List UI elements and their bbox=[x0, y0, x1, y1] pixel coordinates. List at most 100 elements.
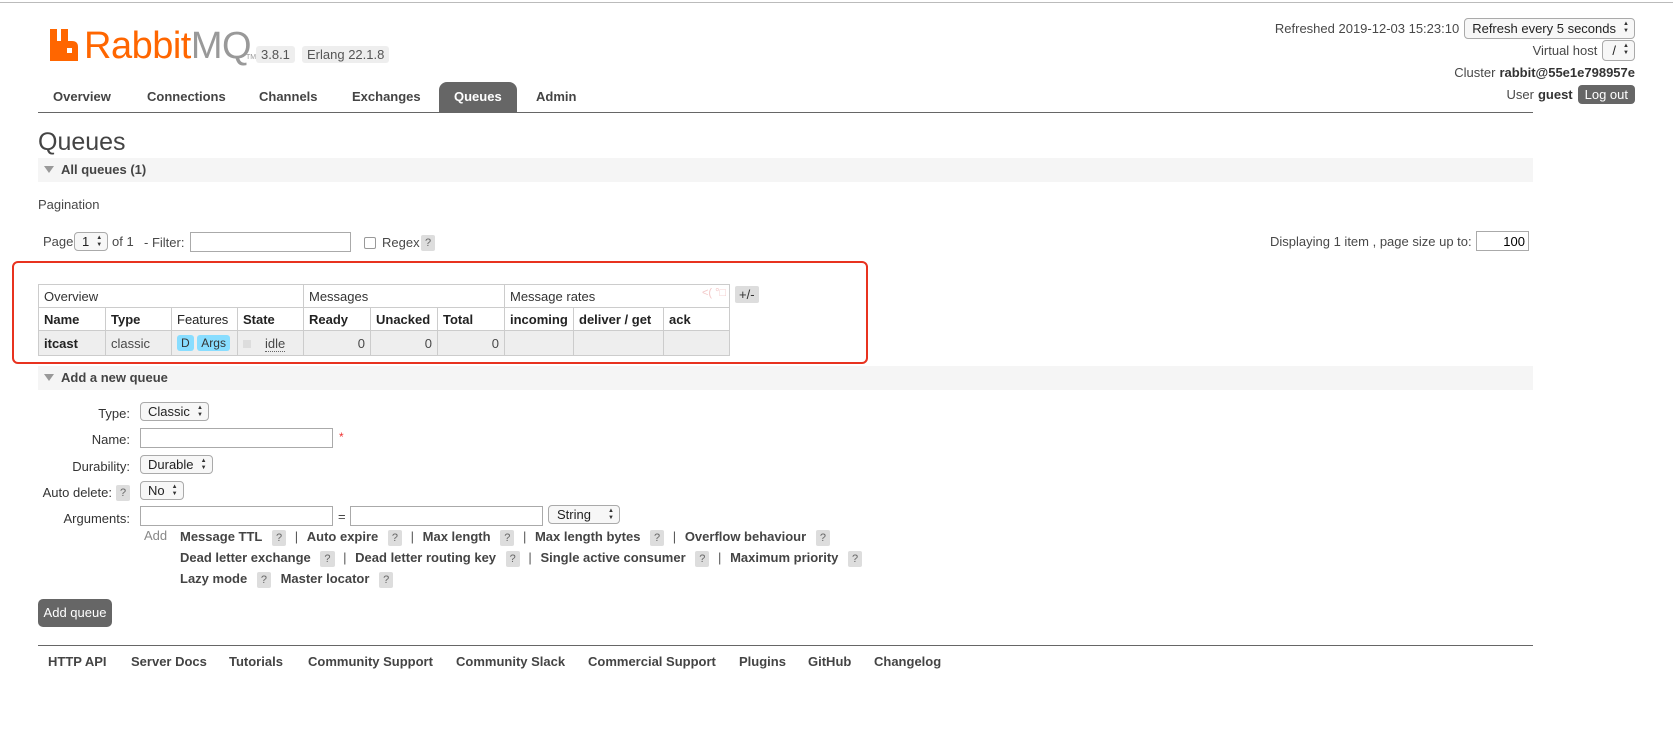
regex-help-icon[interactable]: ? bbox=[421, 235, 436, 251]
queue-type-select[interactable]: Classic bbox=[140, 402, 209, 421]
col-deliver-get[interactable]: deliver / get bbox=[573, 307, 664, 331]
all-queues-section-toggle[interactable]: All queues (1) bbox=[38, 158, 1533, 182]
footer-http-api[interactable]: HTTP API bbox=[48, 654, 107, 669]
durability-select[interactable]: Durable bbox=[140, 455, 213, 474]
arg-lazy-mode[interactable]: Lazy mode bbox=[180, 571, 247, 586]
args-feature-tag[interactable]: Args bbox=[197, 335, 230, 351]
arg-dead-letter-exchange[interactable]: Dead letter exchange bbox=[180, 550, 311, 565]
auto-expire-help-icon[interactable]: ? bbox=[387, 530, 403, 546]
unacked-count: 0 bbox=[370, 330, 438, 356]
argument-value-input[interactable] bbox=[350, 506, 543, 526]
footer-community-slack[interactable]: Community Slack bbox=[456, 654, 565, 669]
arg-message-ttl[interactable]: Message TTL bbox=[180, 529, 262, 544]
arg-dead-letter-routing-key[interactable]: Dead letter routing key bbox=[355, 550, 496, 565]
rabbit-logo-icon bbox=[50, 29, 78, 61]
collapse-triangle-icon bbox=[44, 374, 54, 381]
dead-letter-exchange-help-icon[interactable]: ? bbox=[320, 551, 335, 567]
maximum-priority-help-icon[interactable]: ? bbox=[848, 551, 863, 567]
col-incoming[interactable]: incoming bbox=[504, 307, 574, 331]
tab-queues[interactable]: Queues bbox=[439, 82, 517, 112]
regex-checkbox[interactable] bbox=[364, 237, 376, 249]
rabbitmq-logo[interactable]: RabbitMQ TM bbox=[50, 26, 256, 66]
logout-button[interactable]: Log out bbox=[1577, 84, 1635, 104]
name-label: Name: bbox=[91, 432, 130, 447]
virtual-host-select[interactable]: / bbox=[1602, 39, 1635, 61]
max-length-help-icon[interactable]: ? bbox=[500, 530, 515, 546]
equals-sign: = bbox=[338, 509, 346, 524]
ack-rate bbox=[663, 330, 730, 356]
footer-plugins[interactable]: Plugins bbox=[739, 654, 786, 669]
arg-separator: | bbox=[718, 550, 722, 565]
footer-server-docs[interactable]: Server Docs bbox=[131, 654, 207, 669]
col-ready[interactable]: Ready bbox=[303, 307, 371, 331]
page-title: Queues bbox=[38, 128, 126, 156]
add-queue-section-toggle[interactable]: Add a new queue bbox=[38, 366, 1533, 390]
ready-count: 0 bbox=[303, 330, 371, 356]
queue-name-link[interactable]: itcast bbox=[38, 330, 106, 356]
durable-feature-tag[interactable]: D bbox=[177, 335, 194, 351]
footer-github[interactable]: GitHub bbox=[808, 654, 851, 669]
col-total[interactable]: Total bbox=[437, 307, 505, 331]
arg-max-length-bytes[interactable]: Max length bytes bbox=[535, 529, 640, 544]
max-length-bytes-help-icon[interactable]: ? bbox=[650, 530, 665, 546]
incoming-rate bbox=[504, 330, 574, 356]
arg-separator: | bbox=[522, 529, 527, 544]
col-name[interactable]: Name bbox=[38, 307, 106, 331]
footer-tutorials[interactable]: Tutorials bbox=[229, 654, 283, 669]
arg-overflow-behaviour[interactable]: Overflow behaviour bbox=[685, 529, 806, 544]
displaying-label: Displaying 1 item , page size up to: bbox=[1270, 234, 1472, 249]
group-message-rates: Message rates bbox=[504, 284, 730, 308]
virtual-host-label: Virtual host bbox=[1532, 42, 1598, 58]
tab-connections[interactable]: Connections bbox=[132, 82, 241, 112]
tab-overview[interactable]: Overview bbox=[38, 82, 126, 112]
argument-key-input[interactable] bbox=[140, 506, 333, 526]
lazy-mode-help-icon[interactable]: ? bbox=[256, 572, 271, 588]
overflow-behaviour-help-icon[interactable]: ? bbox=[815, 530, 830, 546]
footer-commercial-support[interactable]: Commercial Support bbox=[588, 654, 716, 669]
tab-channels[interactable]: Channels bbox=[244, 82, 333, 112]
add-queue-heading: Add a new queue bbox=[61, 370, 168, 385]
filter-input[interactable] bbox=[190, 232, 351, 252]
refresh-interval-select[interactable]: Refresh every 5 seconds bbox=[1464, 17, 1635, 39]
col-state[interactable]: State bbox=[237, 307, 304, 331]
single-active-consumer-help-icon[interactable]: ? bbox=[695, 551, 710, 567]
version-badge: 3.8.1 bbox=[256, 46, 295, 63]
message-ttl-help-icon[interactable]: ? bbox=[271, 530, 287, 546]
arg-separator: | bbox=[672, 529, 677, 544]
footer-community-support[interactable]: Community Support bbox=[308, 654, 433, 669]
table-group-header: Overview Messages Message rates bbox=[38, 284, 730, 308]
tab-exchanges[interactable]: Exchanges bbox=[337, 82, 436, 112]
add-queue-button[interactable]: Add queue bbox=[38, 599, 112, 627]
master-locator-help-icon[interactable]: ? bbox=[379, 572, 394, 588]
queue-name-input[interactable] bbox=[140, 428, 333, 448]
add-argument-link[interactable]: Add bbox=[144, 528, 167, 543]
cluster-label: Cluster bbox=[1454, 64, 1496, 80]
argument-shortcuts-line-2: Dead letter exchange ? | Dead letter rou… bbox=[180, 550, 863, 567]
arg-master-locator[interactable]: Master locator bbox=[281, 571, 370, 586]
type-label: Type: bbox=[98, 406, 130, 421]
group-overview: Overview bbox=[38, 284, 304, 308]
argument-type-select[interactable]: String bbox=[548, 505, 620, 524]
regex-label: Regex bbox=[382, 235, 420, 250]
tab-admin[interactable]: Admin bbox=[521, 82, 591, 112]
arg-single-active-consumer[interactable]: Single active consumer bbox=[540, 550, 685, 565]
col-ack[interactable]: ack bbox=[663, 307, 730, 331]
auto-delete-help-icon[interactable]: ? bbox=[116, 485, 131, 501]
table-column-header: Name Type Features State Ready Unacked T… bbox=[38, 307, 730, 331]
columns-toggle-button[interactable]: +/- bbox=[735, 286, 759, 303]
arg-auto-expire[interactable]: Auto expire bbox=[307, 529, 379, 544]
pagination-label: Pagination bbox=[38, 197, 100, 212]
argument-shortcuts-line-1: Message TTL ? | Auto expire ? | Max leng… bbox=[180, 529, 830, 546]
main-nav-tabs: Overview Connections Channels Exchanges … bbox=[38, 82, 1533, 113]
table-row[interactable]: itcast classic D Args idle 0 0 0 bbox=[38, 330, 730, 356]
page-number-select[interactable]: 1 bbox=[74, 232, 109, 251]
dead-letter-routing-key-help-icon[interactable]: ? bbox=[505, 551, 520, 567]
col-type[interactable]: Type bbox=[105, 307, 172, 331]
col-features: Features bbox=[171, 307, 238, 331]
page-size-input[interactable] bbox=[1476, 231, 1529, 251]
footer-changelog[interactable]: Changelog bbox=[874, 654, 941, 669]
arg-max-length[interactable]: Max length bbox=[423, 529, 491, 544]
auto-delete-select[interactable]: No bbox=[140, 481, 184, 500]
arg-maximum-priority[interactable]: Maximum priority bbox=[730, 550, 838, 565]
col-unacked[interactable]: Unacked bbox=[370, 307, 438, 331]
